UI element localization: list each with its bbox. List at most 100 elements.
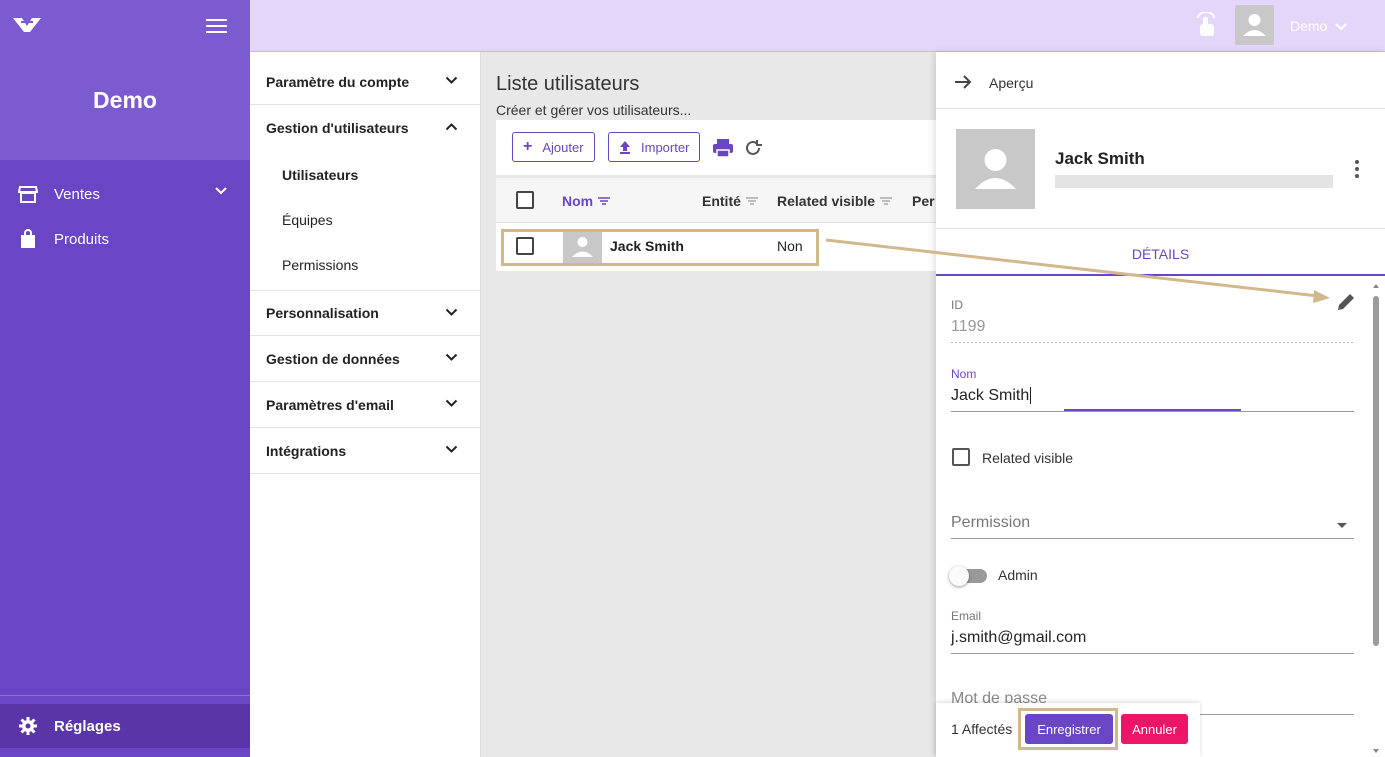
column-header-related-visible[interactable]: Related visible <box>777 193 893 209</box>
column-header-entite[interactable]: Entité <box>702 193 759 209</box>
panel-user-name: Jack Smith <box>1055 149 1145 168</box>
sidebar-item-produits[interactable]: Produits <box>0 219 250 259</box>
more-options-icon[interactable] <box>1355 160 1359 181</box>
brand-name: Demo <box>93 87 157 113</box>
column-header-nom[interactable]: Nom <box>562 193 611 209</box>
email-field[interactable]: j.smith@gmail.com <box>951 629 1086 647</box>
menu-section-label: Paramètres d'email <box>266 396 394 413</box>
sidebar-item-ventes[interactable]: Ventes <box>0 174 250 214</box>
sidebar-item-label: Ventes <box>54 185 100 203</box>
id-value: 1199 <box>951 318 986 335</box>
print-icon[interactable] <box>712 138 734 158</box>
menu-section-parametres-email[interactable]: Paramètres d'email <box>250 382 480 428</box>
user-name: Demo <box>1290 18 1328 34</box>
table-header: Nom Entité Related visible Per <box>496 178 936 223</box>
related-visible-checkbox[interactable] <box>952 448 970 466</box>
arrow-right-icon[interactable] <box>954 74 972 90</box>
plus-icon: + <box>523 138 533 155</box>
list-toolbar: + Ajouter Importer <box>496 120 936 175</box>
add-button-label: Ajouter <box>542 139 584 155</box>
menu-section-label: Gestion d'utilisateurs <box>266 120 409 136</box>
refresh-icon[interactable] <box>743 138 763 158</box>
menu-section-label: Paramètre du compte <box>266 73 410 90</box>
menu-item-equipes[interactable]: Équipes <box>282 212 333 228</box>
scroll-down-icon[interactable] <box>1372 747 1380 755</box>
id-underline <box>951 342 1354 343</box>
related-visible-label: Related visible <box>982 450 1074 466</box>
person-icon <box>1243 14 1266 36</box>
sort-icon <box>598 197 611 205</box>
import-button-label: Importer <box>641 139 690 155</box>
permission-underline <box>951 538 1354 539</box>
filter-icon <box>879 197 892 205</box>
nom-field[interactable]: Jack Smith <box>951 387 1032 405</box>
column-header-permission[interactable]: Per <box>912 193 935 209</box>
scrollbar-thumb[interactable] <box>1373 296 1379 646</box>
filter-icon <box>745 197 758 205</box>
menu-section-personnalisation[interactable]: Personnalisation <box>250 290 480 336</box>
menu-section-parametre-compte[interactable]: Paramètre du compte <box>250 59 480 105</box>
panel-title: Aperçu <box>989 75 1034 91</box>
menu-section-gestion-utilisateurs[interactable]: Gestion d'utilisateurs <box>250 105 480 151</box>
permission-select[interactable]: Permission <box>951 514 1030 532</box>
sidebar-item-reglages[interactable]: Réglages <box>0 704 250 748</box>
menu-section-gestion-donnees[interactable]: Gestion de données <box>250 336 480 382</box>
hamburger-menu-icon[interactable] <box>206 19 227 34</box>
scroll-up-icon[interactable] <box>1372 282 1380 290</box>
select-all-checkbox[interactable] <box>516 191 534 209</box>
nom-label: Nom <box>951 367 977 381</box>
user-avatar-large <box>956 129 1035 209</box>
store-icon <box>18 186 38 203</box>
main-content: Liste utilisateurs Créer et gérer vos ut… <box>481 52 936 757</box>
shopping-bag-icon <box>21 229 35 248</box>
page-subtitle: Créer et gérer vos utilisateurs... <box>496 102 692 118</box>
chevron-down-icon <box>445 308 458 316</box>
admin-label: Admin <box>998 567 1038 583</box>
highlight-box-save <box>1018 708 1118 750</box>
settings-menu: Paramètre du compte Gestion d'utilisateu… <box>250 52 481 757</box>
menu-section-integrations[interactable]: Intégrations <box>250 428 480 474</box>
user-menu[interactable]: Demo <box>1290 18 1347 34</box>
sidebar-header: Demo <box>0 0 250 160</box>
column-label: Nom <box>562 193 594 209</box>
dropdown-arrow-icon[interactable] <box>1336 522 1348 530</box>
tab-details[interactable]: DÉTAILS <box>936 246 1385 262</box>
chevron-down-icon <box>445 353 458 361</box>
affected-count: 1 Affectés <box>951 721 1013 737</box>
pencil-icon[interactable] <box>1336 292 1356 312</box>
admin-toggle-knob[interactable] <box>949 566 969 586</box>
menu-section-label: Gestion de données <box>266 350 400 367</box>
column-label: Entité <box>702 193 741 209</box>
upload-icon <box>620 141 630 154</box>
placeholder-bar <box>1055 175 1333 188</box>
chevron-down-icon <box>215 187 227 195</box>
cancel-button[interactable]: Annuler <box>1121 714 1188 744</box>
gear-icon <box>19 717 37 735</box>
nom-underline <box>951 411 1354 412</box>
import-button[interactable]: Importer <box>608 132 701 162</box>
add-button[interactable]: + Ajouter <box>512 132 595 162</box>
sidebar-divider <box>0 695 250 696</box>
highlight-box-row <box>501 229 819 266</box>
panel-header: Aperçu <box>936 52 1385 109</box>
touch-mode-icon[interactable] <box>1195 12 1219 38</box>
panel-tabs: DÉTAILS <box>936 228 1385 276</box>
menu-item-utilisateurs[interactable]: Utilisateurs <box>282 167 358 183</box>
detail-panel: Aperçu Jack Smith DÉTAILS ID 1199 Nom Ja… <box>936 52 1385 757</box>
email-underline <box>951 653 1354 654</box>
app-sidebar: Demo Ventes Produits Réglages <box>0 0 250 757</box>
menu-item-permissions[interactable]: Permissions <box>282 257 358 273</box>
chevron-down-icon <box>445 399 458 407</box>
chevron-down-icon <box>445 445 458 453</box>
email-label: Email <box>951 609 982 623</box>
page-title: Liste utilisateurs <box>496 73 640 95</box>
nom-value: Jack Smith <box>951 387 1030 404</box>
user-avatar[interactable] <box>1235 5 1274 45</box>
app-logo-icon[interactable] <box>12 16 42 34</box>
chevron-down-icon <box>1335 23 1347 31</box>
nom-focus-underline <box>1064 409 1241 411</box>
menu-section-label: Intégrations <box>266 442 347 459</box>
sidebar-item-label: Produits <box>54 230 110 248</box>
chevron-down-icon <box>445 76 458 84</box>
column-label: Related visible <box>777 193 876 209</box>
